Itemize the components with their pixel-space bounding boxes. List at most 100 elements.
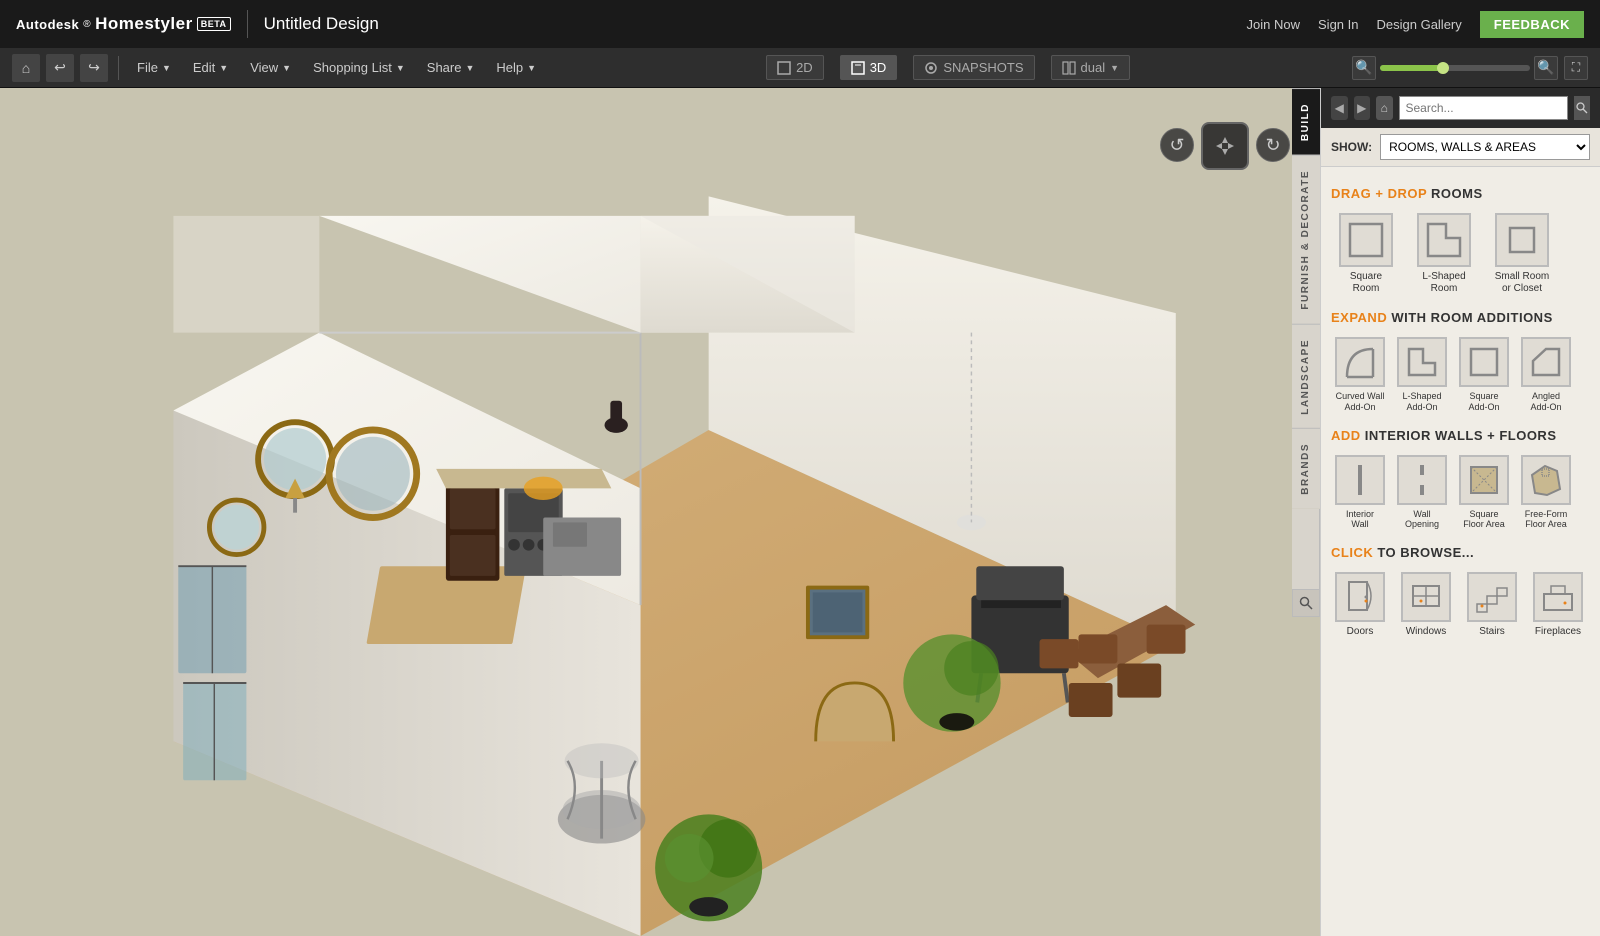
top-bar: Autodesk ® Homestyler BETA Untitled Desi… (0, 0, 1600, 48)
panel-home-button[interactable]: ⌂ (1376, 96, 1393, 120)
show-label: SHOW: (1331, 140, 1372, 154)
show-select[interactable]: ROOMS, WALLS & AREAS (1380, 134, 1590, 160)
toolbar-center: 2D 3D SNAPSHOTS dual ▼ (552, 55, 1344, 80)
freeform-floor-box (1521, 455, 1571, 505)
fireplaces-item[interactable]: Fireplaces (1529, 568, 1587, 642)
stairs-box (1467, 572, 1517, 622)
share-menu[interactable]: Share▼ (419, 56, 483, 79)
feedback-button[interactable]: FEEDBACK (1480, 11, 1584, 38)
stairs-item[interactable]: Stairs (1463, 568, 1521, 642)
small-room-item[interactable]: Small Roomor Closet (1487, 209, 1557, 299)
addons-highlight: EXPAND (1331, 310, 1387, 325)
dual-button[interactable]: dual ▼ (1051, 55, 1131, 80)
freeform-floor-item[interactable]: Free-FormFloor Area (1517, 451, 1575, 535)
build-tab[interactable]: BUILD (1292, 88, 1320, 155)
undo-button[interactable]: ↩ (46, 54, 74, 82)
zoom-bar: 🔍 🔍 (1352, 56, 1558, 80)
doors-item[interactable]: Doors (1331, 568, 1389, 642)
addons-grid: Curved WallAdd-On L-ShapedAdd-On SquareA… (1331, 333, 1590, 417)
doors-label: Doors (1347, 626, 1374, 638)
square-addon-item[interactable]: SquareAdd-On (1455, 333, 1513, 417)
square-room-item[interactable]: SquareRoom (1331, 209, 1401, 299)
top-bar-left: Autodesk ® Homestyler BETA Untitled Desi… (16, 10, 379, 38)
rooms-normal: ROOMS (1431, 186, 1483, 201)
snapshots-button[interactable]: SNAPSHOTS (913, 55, 1034, 80)
panel-content: DRAG + DROP ROOMS SquareRoom L (1321, 167, 1600, 936)
panel-search-input[interactable] (1399, 96, 1568, 120)
square-floor-item[interactable]: SquareFloor Area (1455, 451, 1513, 535)
windows-item[interactable]: Windows (1397, 568, 1455, 642)
landscape-tab[interactable]: LANDSCAPE (1292, 324, 1320, 429)
l-shaped-addon-label: L-ShapedAdd-On (1402, 391, 1441, 413)
right-side-tabs: BUILD FURNISH & DECORATE LANDSCAPE BRAND… (1292, 88, 1320, 617)
panel-back-button[interactable]: ◀ (1331, 96, 1348, 120)
browse-section-header: CLICK TO BROWSE... (1331, 544, 1590, 562)
freeform-floor-label: Free-FormFloor Area (1525, 509, 1568, 531)
toolbar-right: 🔍 🔍 ⛶ (1352, 56, 1588, 80)
l-shaped-addon-item[interactable]: L-ShapedAdd-On (1393, 333, 1451, 417)
zoom-out-button[interactable]: 🔍 (1352, 56, 1376, 80)
toolbar-left: ⌂ ↩ ↪ File▼ Edit▼ View▼ Shopping List▼ S… (12, 54, 544, 82)
room-viewport-svg (0, 138, 1320, 936)
shopping-list-menu[interactable]: Shopping List▼ (305, 56, 413, 79)
design-gallery-link[interactable]: Design Gallery (1377, 17, 1462, 32)
square-addon-box (1459, 337, 1509, 387)
browse-normal: TO BROWSE... (1377, 545, 1474, 560)
square-floor-box (1459, 455, 1509, 505)
3d-view-button[interactable]: 3D (840, 55, 898, 80)
zoom-in-button[interactable]: 🔍 (1534, 56, 1558, 80)
interior-wall-label: InteriorWall (1346, 509, 1374, 531)
windows-box (1401, 572, 1451, 622)
autodesk-label: Autodesk (16, 17, 79, 32)
zoom-slider[interactable] (1380, 65, 1530, 71)
app-logo: Autodesk ® Homestyler BETA (16, 14, 231, 34)
fullscreen-button[interactable]: ⛶ (1564, 56, 1588, 80)
panel-forward-button[interactable]: ▶ (1354, 96, 1371, 120)
main-area: ↺ ↻ (0, 88, 1600, 936)
right-panel: ◀ ▶ ⌂ SHOW: ROOMS, WALLS & AREAS DRAG + … (1320, 88, 1600, 936)
walls-normal: INTERIOR WALLS + FLOORS (1365, 428, 1557, 443)
interior-wall-item[interactable]: InteriorWall (1331, 451, 1389, 535)
square-floor-label: SquareFloor Area (1463, 509, 1505, 531)
brands-tab[interactable]: BRANDS (1292, 428, 1320, 509)
square-room-label: SquareRoom (1350, 271, 1382, 295)
walls-highlight: ADD (1331, 428, 1361, 443)
2d-view-button[interactable]: 2D (766, 55, 824, 80)
registered-mark: ® (83, 19, 91, 30)
curved-wall-item[interactable]: Curved WallAdd-On (1331, 333, 1389, 417)
small-room-label: Small Roomor Closet (1495, 271, 1549, 295)
fireplaces-box (1533, 572, 1583, 622)
top-bar-right: Join Now Sign In Design Gallery FEEDBACK (1247, 11, 1584, 38)
canvas-area[interactable]: ↺ ↻ (0, 88, 1320, 936)
help-menu[interactable]: Help▼ (488, 56, 544, 79)
walls-section-header: ADD INTERIOR WALLS + FLOORS (1331, 427, 1590, 445)
l-shaped-room-item[interactable]: L-ShapedRoom (1409, 209, 1479, 299)
furnish-tab[interactable]: FURNISH & DECORATE (1292, 155, 1320, 324)
edit-menu[interactable]: Edit▼ (185, 56, 236, 79)
file-menu[interactable]: File▼ (129, 56, 179, 79)
wall-opening-item[interactable]: WallOpening (1393, 451, 1451, 535)
fireplaces-label: Fireplaces (1535, 626, 1581, 638)
curved-wall-box (1335, 337, 1385, 387)
square-addon-label: SquareAdd-On (1468, 391, 1499, 413)
l-shaped-room-label: L-ShapedRoom (1422, 271, 1465, 295)
angled-addon-item[interactable]: AngledAdd-On (1517, 333, 1575, 417)
browse-highlight: CLICK (1331, 545, 1373, 560)
wall-opening-box (1397, 455, 1447, 505)
home-button[interactable]: ⌂ (12, 54, 40, 82)
rooms-grid: SquareRoom L-ShapedRoom Small Roomor Clo… (1331, 209, 1590, 299)
addons-section-header: EXPAND WITH ROOM ADDITIONS (1331, 309, 1590, 327)
design-title[interactable]: Untitled Design (264, 14, 379, 34)
toolbar-separator (118, 56, 119, 80)
view-menu[interactable]: View▼ (242, 56, 299, 79)
panel-search-icon-button[interactable] (1292, 589, 1320, 617)
panel-search-button[interactable] (1574, 96, 1591, 120)
browse-grid: Doors Windows Stairs (1331, 568, 1590, 642)
interior-wall-box (1335, 455, 1385, 505)
join-now-link[interactable]: Join Now (1247, 17, 1300, 32)
sign-in-link[interactable]: Sign In (1318, 17, 1358, 32)
angled-addon-label: AngledAdd-On (1530, 391, 1561, 413)
show-row: SHOW: ROOMS, WALLS & AREAS (1321, 128, 1600, 167)
redo-button[interactable]: ↪ (80, 54, 108, 82)
rooms-section-header: DRAG + DROP ROOMS (1331, 185, 1590, 203)
